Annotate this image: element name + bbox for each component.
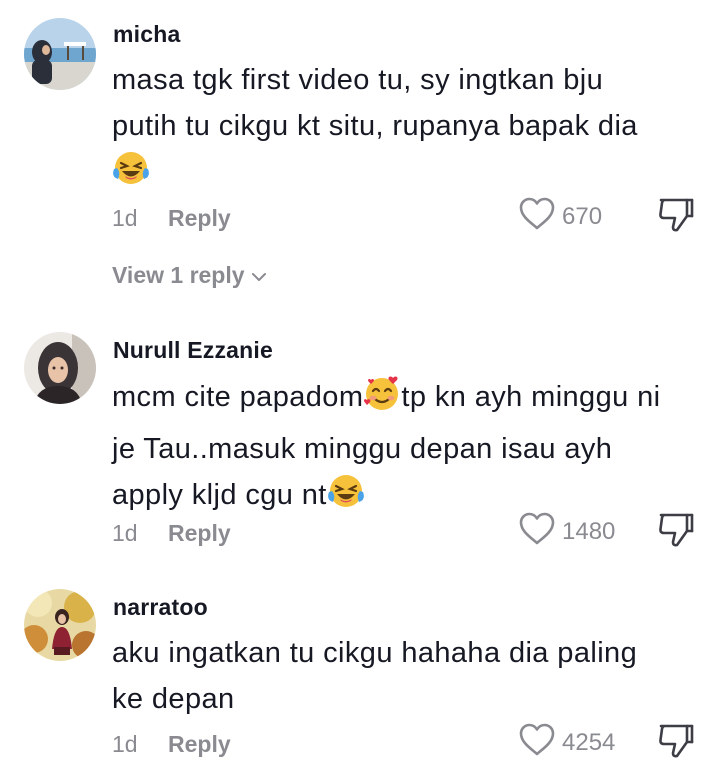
comment-line: aku ingatkan tu cikgu hahaha dia paling xyxy=(112,637,638,669)
avatar[interactable] xyxy=(24,589,96,661)
comment-date: 1d xyxy=(112,731,138,757)
comment-text: aku ingatkan tu cikgu hahaha dia paling … xyxy=(112,631,702,722)
comment-line: ke depan xyxy=(112,682,235,715)
reply-button[interactable]: Reply xyxy=(168,731,231,758)
comment-item: narratoo aku ingatkan tu cikgu hahaha di… xyxy=(0,0,720,767)
dislike-button[interactable] xyxy=(657,722,695,765)
like-button[interactable]: 4254 xyxy=(518,722,615,763)
like-count: 4254 xyxy=(562,728,616,756)
username[interactable]: narratoo xyxy=(113,594,208,621)
thumbs-down-icon xyxy=(657,724,695,764)
heart-outline-icon xyxy=(518,722,556,763)
